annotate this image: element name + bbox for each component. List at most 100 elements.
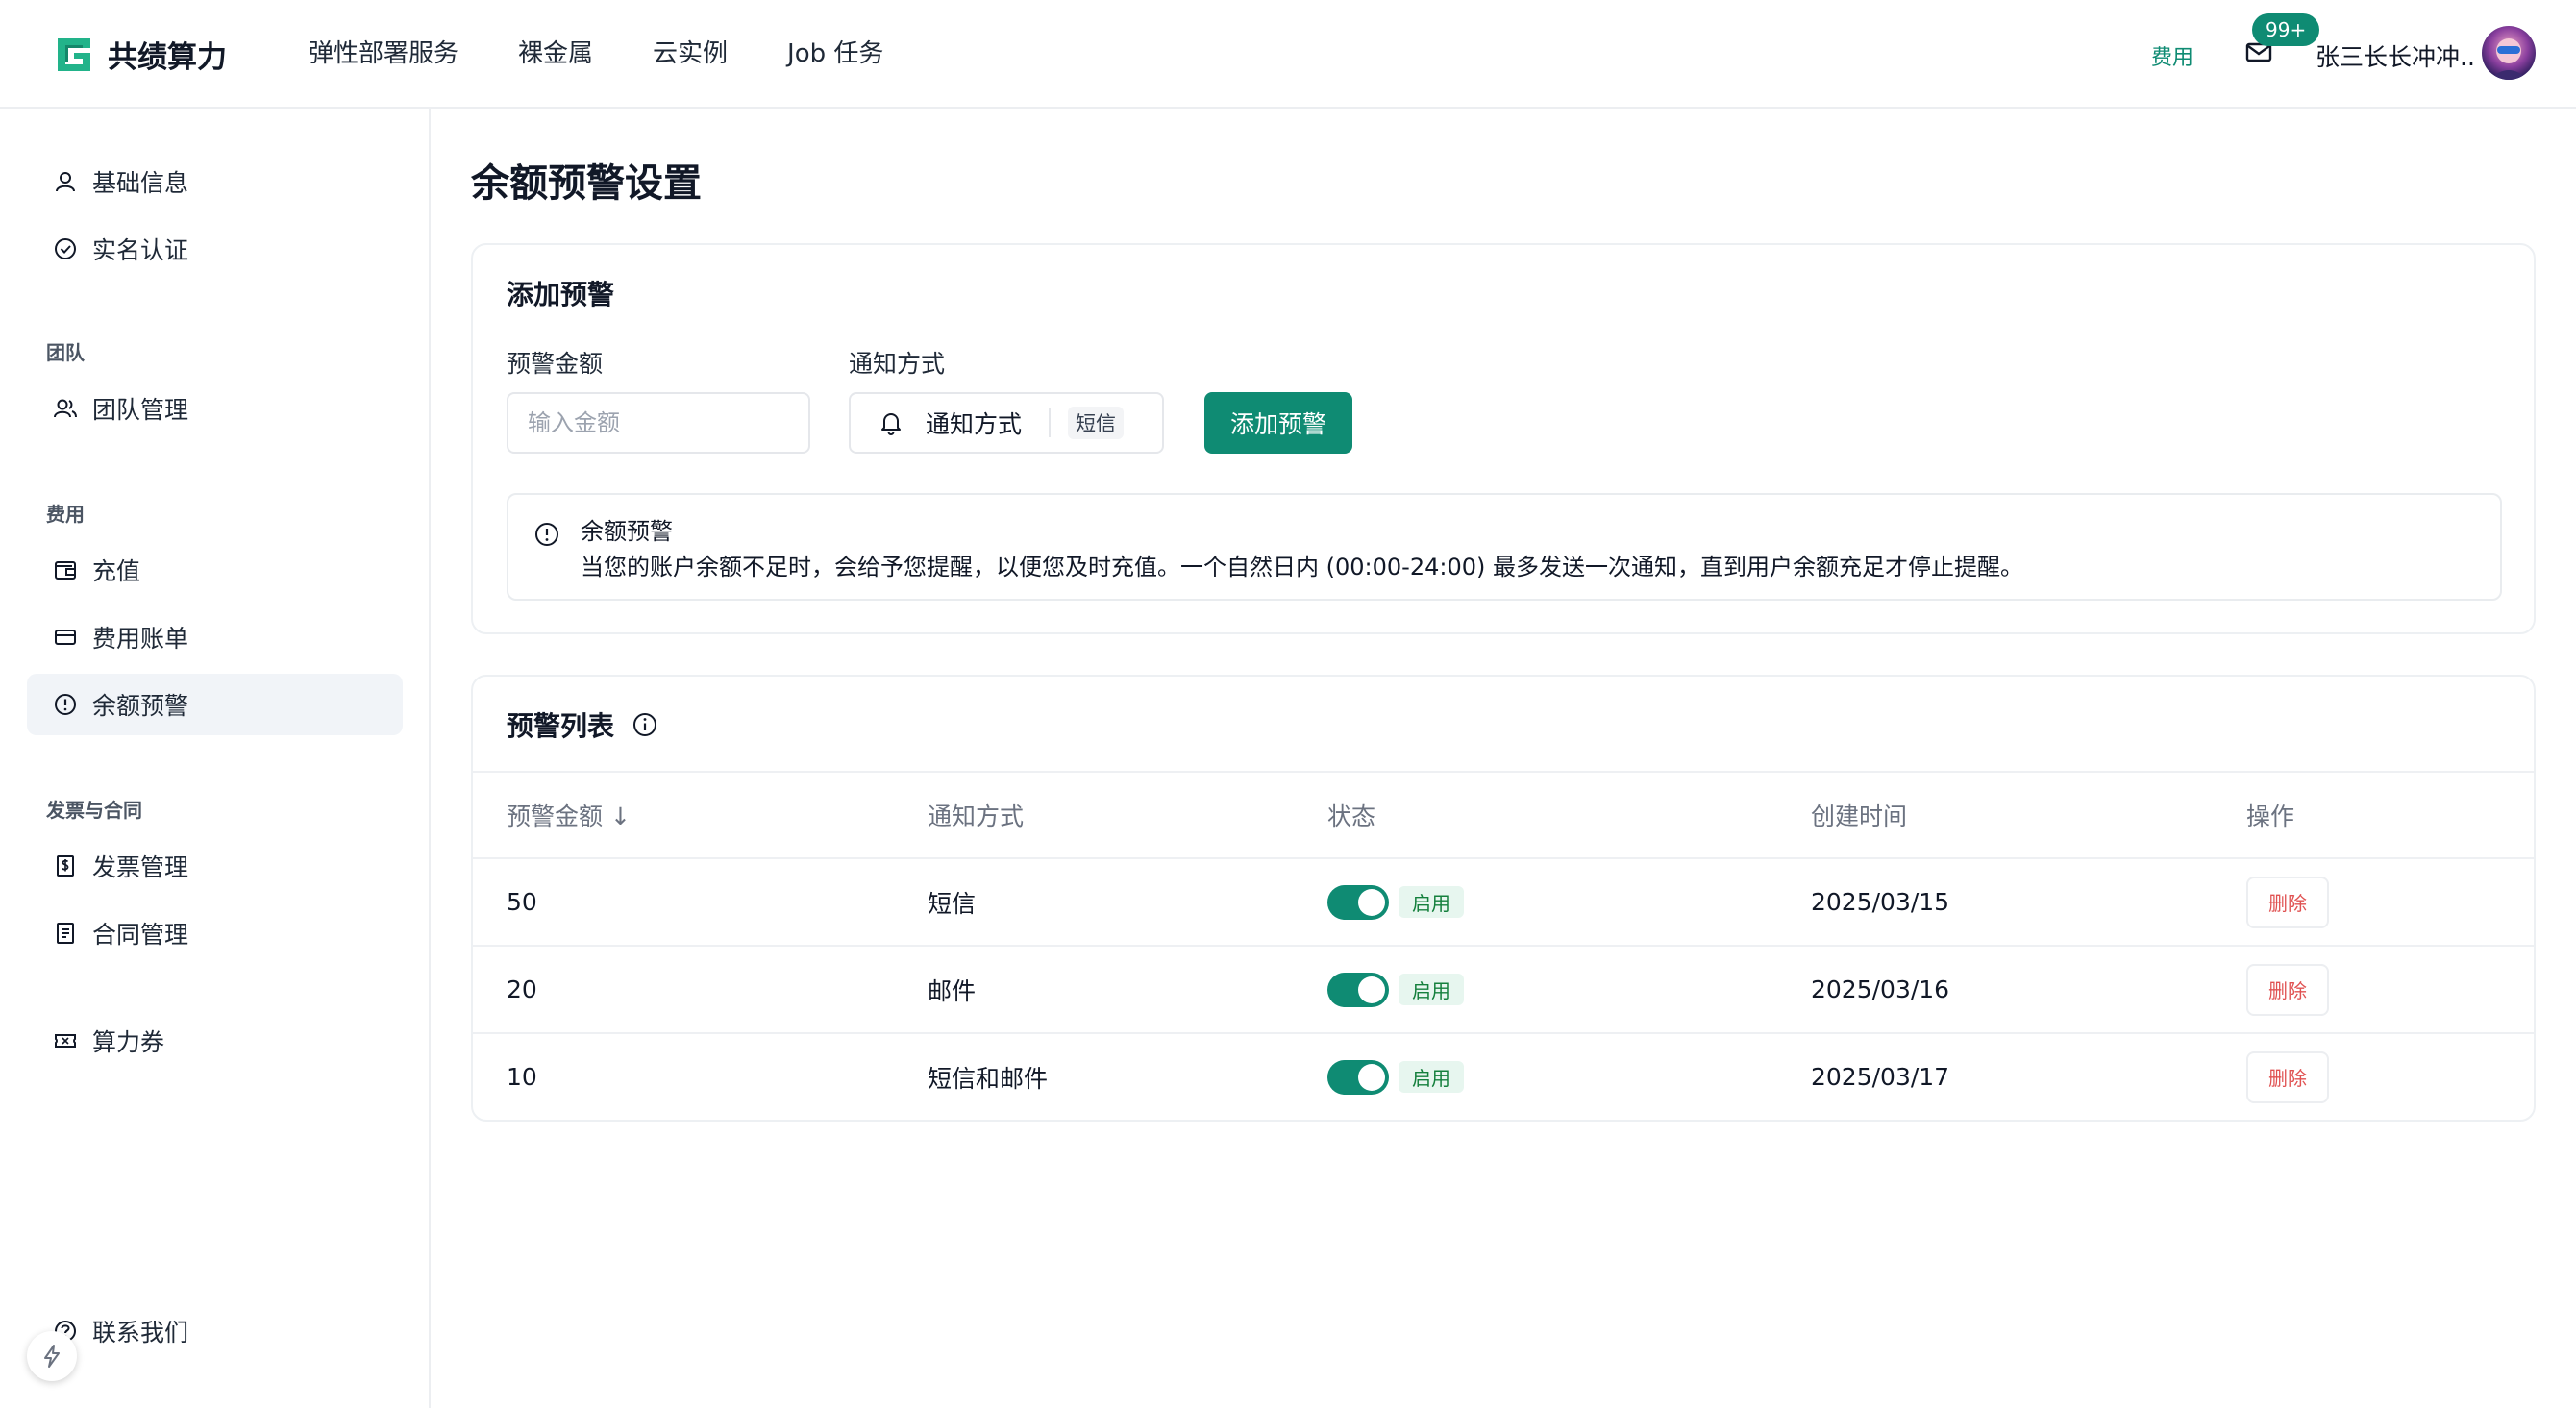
nav-elastic-deploy[interactable]: 弹性部署服务 bbox=[309, 37, 458, 71]
cell-method: 邮件 bbox=[928, 976, 977, 1005]
team-icon bbox=[52, 395, 79, 422]
cell-created: 2025/03/16 bbox=[1811, 976, 1950, 1003]
status-toggle[interactable] bbox=[1327, 972, 1389, 1007]
notify-method-select[interactable]: 通知方式 短信 bbox=[849, 392, 1164, 454]
table-row: 10 短信和邮件 启用 2025/03/17 删除 bbox=[473, 1032, 2534, 1120]
notice-description: 当您的账户余额不足时，会给予您提醒，以便您及时充值。一个自然日内 (00:00-… bbox=[581, 554, 2023, 580]
sidebar-item-contact-us[interactable]: 联系我们 bbox=[27, 1300, 403, 1362]
sidebar-item-compute-voucher[interactable]: 算力券 bbox=[27, 1010, 403, 1072]
table-header-row: 预警金额 ↓ 通知方式 状态 创建时间 操作 bbox=[473, 771, 2534, 857]
add-alert-card: 添加预警 预警金额 通知方式 通知方式 短信 添加预警 余额预警 当您的账户余额… bbox=[471, 243, 2536, 634]
ticket-icon bbox=[52, 1027, 79, 1054]
sidebar-item-label: 基础信息 bbox=[92, 169, 189, 197]
brand-name: 共绩算力 bbox=[108, 40, 227, 75]
sidebar-item-bills[interactable]: 费用账单 bbox=[27, 606, 403, 668]
delete-button[interactable]: 删除 bbox=[2246, 876, 2329, 928]
column-header-method: 通知方式 bbox=[928, 803, 1025, 830]
sidebar-item-label: 算力券 bbox=[92, 1028, 165, 1056]
cell-status: 启用 bbox=[1327, 859, 1464, 945]
cell-action: 删除 bbox=[2246, 947, 2329, 1032]
sidebar-item-balance-alert[interactable]: 余额预警 bbox=[27, 674, 403, 735]
sidebar-item-label: 发票管理 bbox=[92, 853, 189, 881]
fee-link[interactable]: 费用 bbox=[2151, 40, 2193, 71]
alert-list-header: 预警列表 bbox=[507, 705, 658, 744]
user-icon bbox=[52, 168, 79, 195]
cell-amount: 10 bbox=[507, 1063, 537, 1091]
sidebar-item-label: 充值 bbox=[92, 557, 141, 585]
column-header-amount[interactable]: 预警金额 ↓ bbox=[507, 773, 631, 857]
sidebar-item-basic-info[interactable]: 基础信息 bbox=[27, 151, 403, 212]
toggle-knob bbox=[1358, 888, 1385, 916]
cell-method: 短信和邮件 bbox=[928, 1064, 1049, 1093]
status-toggle[interactable] bbox=[1327, 1059, 1389, 1095]
notification-badge: 99+ bbox=[2252, 13, 2320, 46]
sidebar-item-recharge[interactable]: 充值 bbox=[27, 539, 403, 601]
alert-list-title: 预警列表 bbox=[507, 710, 615, 742]
sidebar-item-label: 余额预警 bbox=[92, 692, 189, 720]
top-header: 共绩算力 弹性部署服务 裸金属 云实例 Job 任务 费用 99+ 张三长长冲冲… bbox=[0, 0, 2576, 109]
sidebar-group-invoice-contract: 发票与合同 bbox=[46, 799, 142, 822]
table-row: 50 短信 启用 2025/03/15 删除 bbox=[473, 857, 2534, 945]
sidebar-item-label: 实名认证 bbox=[92, 236, 189, 264]
status-badge: 启用 bbox=[1399, 1061, 1464, 1093]
notice-title: 余额预警 bbox=[581, 518, 673, 545]
select-divider bbox=[1049, 408, 1052, 437]
brand-logo[interactable]: 共绩算力 bbox=[54, 33, 227, 76]
avatar[interactable] bbox=[2482, 26, 2536, 80]
alert-list-card: 预警列表 预警金额 ↓ 通知方式 状态 创建时间 操作 50 短信 启用 202… bbox=[471, 675, 2536, 1122]
user-name[interactable]: 张三长长冲冲.. bbox=[2316, 38, 2475, 73]
cell-status: 启用 bbox=[1327, 947, 1464, 1032]
notify-method-label: 通知方式 bbox=[849, 350, 946, 378]
sidebar-item-team-management[interactable]: 团队管理 bbox=[27, 378, 403, 439]
amount-label: 预警金额 bbox=[507, 350, 604, 378]
bell-icon bbox=[881, 413, 901, 435]
add-alert-card-title: 添加预警 bbox=[507, 279, 615, 310]
column-header-created: 创建时间 bbox=[1811, 803, 1908, 830]
cell-amount: 20 bbox=[507, 976, 537, 1003]
balance-alert-notice: 余额预警 当您的账户余额不足时，会给予您提醒，以便您及时充值。一个自然日内 (0… bbox=[507, 493, 2502, 601]
sidebar-item-label: 费用账单 bbox=[92, 625, 189, 653]
sidebar-group-team: 团队 bbox=[46, 341, 85, 364]
cell-created: 2025/03/15 bbox=[1811, 888, 1950, 916]
notify-select-text: 通知方式 bbox=[926, 410, 1023, 438]
sidebar-item-contract-management[interactable]: 合同管理 bbox=[27, 902, 403, 964]
toggle-knob bbox=[1358, 976, 1385, 1003]
sidebar-item-verification[interactable]: 实名认证 bbox=[27, 218, 403, 280]
sidebar-item-invoice-management[interactable]: 发票管理 bbox=[27, 835, 403, 897]
top-nav: 弹性部署服务 裸金属 云实例 Job 任务 bbox=[309, 37, 943, 71]
page-title: 余额预警设置 bbox=[471, 161, 702, 206]
nav-job-task[interactable]: Job 任务 bbox=[787, 37, 883, 71]
amount-input[interactable] bbox=[507, 392, 810, 454]
sidebar-group-fee: 费用 bbox=[46, 503, 85, 526]
table-row: 20 邮件 启用 2025/03/16 删除 bbox=[473, 945, 2534, 1032]
quick-action-button[interactable] bbox=[27, 1331, 77, 1381]
nav-cloud-instance[interactable]: 云实例 bbox=[653, 37, 728, 71]
verified-icon bbox=[52, 235, 79, 262]
cell-method: 短信 bbox=[928, 889, 977, 918]
contract-icon bbox=[52, 920, 79, 947]
nav-bare-metal[interactable]: 裸金属 bbox=[518, 37, 593, 71]
info-icon[interactable] bbox=[632, 711, 658, 738]
selected-method-tag: 短信 bbox=[1068, 407, 1125, 439]
credit-card-icon bbox=[52, 624, 79, 651]
logo-mark-icon bbox=[58, 37, 90, 71]
avatar-image bbox=[2482, 26, 2536, 80]
toggle-knob bbox=[1358, 1063, 1385, 1091]
status-toggle[interactable] bbox=[1327, 884, 1389, 920]
column-header-action: 操作 bbox=[2246, 803, 2295, 830]
add-alert-button[interactable]: 添加预警 bbox=[1204, 392, 1352, 454]
wallet-icon bbox=[52, 556, 79, 583]
cell-action: 删除 bbox=[2246, 1034, 2329, 1120]
delete-button[interactable]: 删除 bbox=[2246, 963, 2329, 1016]
sidebar: 基础信息 实名认证 团队 团队管理 费用 充值 费用账单 余额预警 发票与合同 bbox=[0, 109, 431, 1408]
sidebar-item-label: 联系我们 bbox=[92, 1319, 189, 1346]
cell-created: 2025/03/17 bbox=[1811, 1063, 1950, 1091]
delete-button[interactable]: 删除 bbox=[2246, 1050, 2329, 1103]
cell-status: 启用 bbox=[1327, 1034, 1464, 1120]
lightning-icon bbox=[44, 1345, 60, 1368]
invoice-icon bbox=[52, 852, 79, 879]
info-circle-icon bbox=[535, 523, 558, 546]
status-badge: 启用 bbox=[1399, 974, 1464, 1005]
alert-circle-icon bbox=[52, 691, 79, 718]
cell-action: 删除 bbox=[2246, 859, 2329, 945]
